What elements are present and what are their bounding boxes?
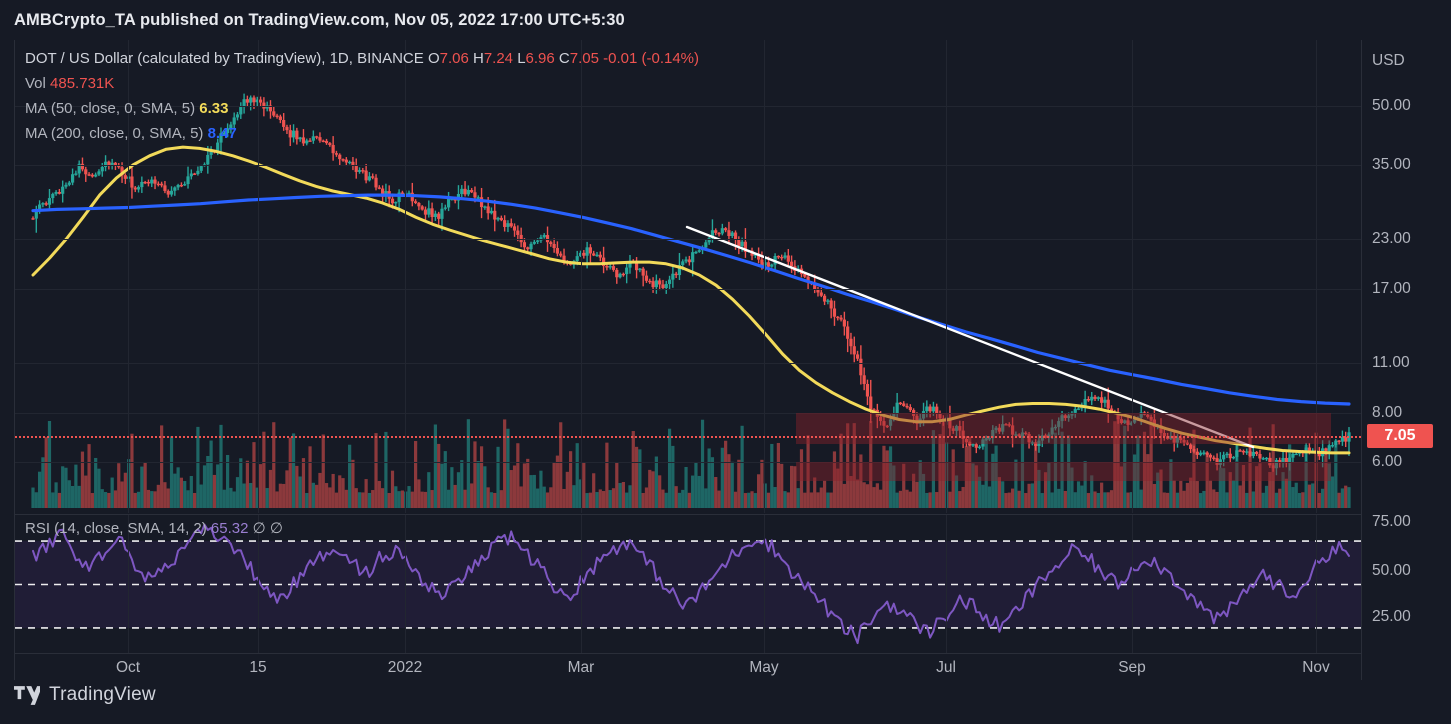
gridline-horizontal	[15, 239, 1361, 240]
time-axis-label: 2022	[387, 659, 423, 676]
price-axis-tick: 50.00	[1372, 97, 1411, 114]
chart-frame: DOT / US Dollar (calculated by TradingVi…	[14, 40, 1437, 680]
time-axis-label: 15	[249, 659, 267, 676]
price-axis-tick: 35.00	[1372, 156, 1411, 173]
tradingview-chart-screenshot: AMBCrypto_TA published on TradingView.co…	[0, 0, 1451, 724]
rsi-series-canvas	[15, 523, 1361, 645]
price-axis-tick: 6.00	[1372, 453, 1403, 470]
time-axis-label: May	[749, 659, 779, 676]
price-axis-tick: 17.00	[1372, 280, 1411, 297]
tradingview-logo: TradingView	[14, 684, 156, 706]
time-axis-label: Jul	[936, 659, 956, 676]
rsi-axis-tick: 50.00	[1372, 562, 1411, 579]
gridline-vertical	[128, 515, 129, 654]
gridline-vertical	[258, 515, 259, 654]
price-pane[interactable]: DOT / US Dollar (calculated by TradingVi…	[15, 40, 1361, 513]
time-axis-label: Mar	[567, 659, 595, 676]
time-axis[interactable]: Oct 15 2022 Mar May Jul Sep Nov	[15, 653, 1361, 681]
gridline-vertical	[581, 515, 582, 654]
gridline-vertical	[946, 515, 947, 654]
gridline-vertical	[405, 40, 406, 513]
gridline-vertical	[1132, 515, 1133, 654]
gridline-vertical	[764, 515, 765, 654]
gridline-vertical	[581, 40, 582, 513]
current-price-tag[interactable]: 7.05	[1367, 424, 1433, 448]
last-price-line	[15, 436, 1361, 438]
gridline-vertical	[405, 515, 406, 654]
rsi-axis-tick: 75.00	[1372, 513, 1411, 530]
price-axis-tick: 8.00	[1372, 404, 1403, 421]
gridline-horizontal	[15, 289, 1361, 290]
price-axis-tick: 23.00	[1372, 230, 1411, 247]
gridline-vertical	[128, 40, 129, 513]
gridline-vertical	[764, 40, 765, 513]
rsi-axis-tick: 25.00	[1372, 608, 1411, 625]
gridline-vertical	[258, 40, 259, 513]
time-axis-label: Nov	[1302, 659, 1330, 676]
gridline-vertical	[1316, 515, 1317, 654]
publisher-bar: AMBCrypto_TA published on TradingView.co…	[0, 0, 1451, 40]
price-axis-tick: 11.00	[1372, 354, 1410, 371]
tradingview-logo-icon	[14, 685, 40, 705]
time-axis-label: Oct	[115, 659, 141, 676]
price-axis-unit: USD	[1372, 52, 1405, 69]
resistance-zone	[796, 413, 1331, 444]
price-axis[interactable]: USD 50.00 35.00 23.00 17.00 11.00 8.00 7…	[1361, 40, 1439, 680]
tradingview-logo-text: TradingView	[49, 684, 156, 705]
gridline-horizontal	[15, 363, 1361, 364]
gridline-horizontal	[15, 106, 1361, 107]
support-zone	[796, 462, 1331, 481]
rsi-pane[interactable]: RSI (14, close, SMA, 14, 2) 65.32 ∅ ∅	[15, 514, 1361, 654]
time-axis-label: Sep	[1118, 659, 1146, 676]
gridline-horizontal	[15, 165, 1361, 166]
publisher-text: AMBCrypto_TA published on TradingView.co…	[14, 10, 625, 29]
